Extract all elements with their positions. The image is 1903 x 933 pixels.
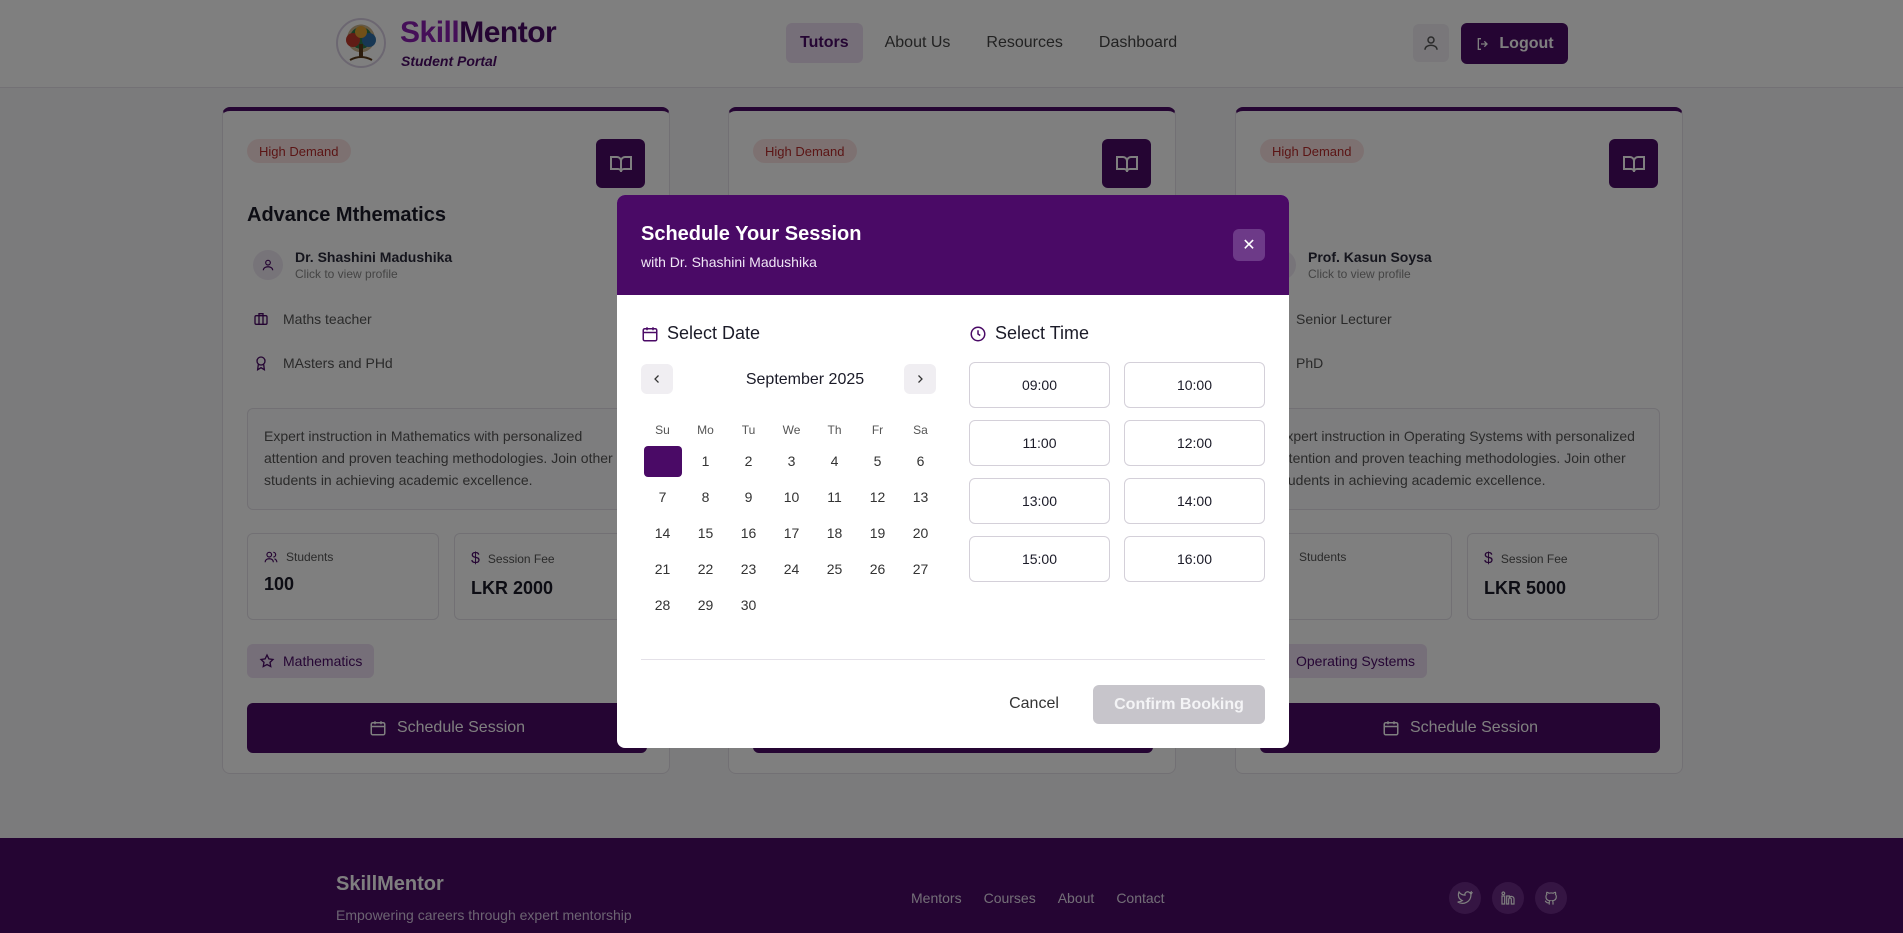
calendar-day[interactable]: 19	[856, 515, 899, 551]
calendar-day[interactable]: 30	[727, 587, 770, 623]
calendar-day[interactable]: 13	[899, 479, 942, 515]
chevron-left-icon	[654, 375, 659, 383]
select-date-label: Select Date	[667, 323, 761, 343]
calendar-day[interactable]: 29	[684, 587, 727, 623]
calendar-grid: Su Mo Tu We Th Fr Sa 1 2 3 4 5 6 7 8 9 10 11 12 13 14 15 16 17 1…	[641, 417, 941, 623]
select-time-label: Select Time	[995, 323, 1090, 343]
modal-title: Schedule Your Session	[641, 223, 862, 245]
time-slot[interactable]: 12:00	[1124, 420, 1265, 466]
time-slot[interactable]: 09:00	[969, 362, 1110, 408]
time-slot[interactable]: 10:00	[1124, 362, 1265, 408]
cancel-button[interactable]: Cancel	[995, 685, 1073, 723]
calendar-day[interactable]: 23	[727, 551, 770, 587]
calendar-day[interactable]: 12	[856, 479, 899, 515]
calendar-day[interactable]: 28	[641, 587, 684, 623]
time-slot[interactable]: 16:00	[1124, 536, 1265, 582]
time-slot-grid: 09:00 10:00 11:00 12:00 13:00 14:00 15:0…	[969, 362, 1265, 582]
chevron-right-icon	[918, 375, 923, 383]
time-slot[interactable]: 15:00	[969, 536, 1110, 582]
calendar-day[interactable]: 25	[813, 551, 856, 587]
calendar-day[interactable]: 22	[684, 551, 727, 587]
calendar-day[interactable]: 1	[684, 443, 727, 479]
next-month-button[interactable]	[904, 364, 936, 394]
calendar-icon	[642, 326, 658, 341]
calendar-day[interactable]: 27	[899, 551, 942, 587]
calendar-day[interactable]: 26	[856, 551, 899, 587]
time-slot[interactable]: 14:00	[1124, 478, 1265, 524]
calendar-day[interactable]: 15	[684, 515, 727, 551]
calendar-day[interactable]: 5	[856, 443, 899, 479]
calendar-day[interactable]: 11	[813, 479, 856, 515]
close-button[interactable]: ✕	[1233, 229, 1265, 261]
calendar-day[interactable]: 8	[684, 479, 727, 515]
close-icon: ✕	[1242, 237, 1256, 254]
confirm-booking-button[interactable]: Confirm Booking	[1093, 685, 1265, 724]
weekday-label: Fr	[871, 423, 884, 437]
calendar-day[interactable]: 2	[727, 443, 770, 479]
calendar-day[interactable]: 3	[770, 443, 813, 479]
schedule-modal: Schedule Your Session with Dr. Shashini …	[617, 195, 1289, 748]
calendar-day[interactable]: 24	[770, 551, 813, 587]
weekday-label: Sa	[913, 423, 928, 437]
select-date-heading: Select Date	[641, 323, 760, 344]
weekday-label: Su	[655, 423, 670, 437]
calendar-day[interactable]: 6	[899, 443, 942, 479]
calendar-day[interactable]: 14	[641, 515, 684, 551]
weekday-label: Th	[827, 423, 842, 437]
weekday-label: We	[782, 423, 801, 437]
time-slot[interactable]: 13:00	[969, 478, 1110, 524]
calendar-day[interactable]: 18	[813, 515, 856, 551]
calendar-day[interactable]: 16	[727, 515, 770, 551]
calendar-day[interactable]: 10	[770, 479, 813, 515]
weekday-label: Tu	[741, 423, 756, 437]
modal-subtitle: with Dr. Shashini Madushika	[641, 254, 817, 270]
calendar-day[interactable]: 17	[770, 515, 813, 551]
weekday-label: Mo	[697, 423, 714, 437]
prev-month-button[interactable]	[641, 364, 673, 394]
time-slot[interactable]: 11:00	[969, 420, 1110, 466]
modal-header: Schedule Your Session with Dr. Shashini …	[617, 195, 1289, 295]
calendar-month: September 2025	[745, 371, 865, 388]
calendar-day-selected[interactable]	[641, 443, 684, 479]
selected-day-marker	[643, 445, 682, 477]
calendar-day[interactable]: 4	[813, 443, 856, 479]
clock-icon	[970, 326, 986, 341]
calendar-day[interactable]: 20	[899, 515, 942, 551]
calendar-day[interactable]: 9	[727, 479, 770, 515]
calendar-day[interactable]: 21	[641, 551, 684, 587]
select-time-heading: Select Time	[969, 323, 1089, 344]
modal-divider	[641, 659, 1265, 660]
calendar-day[interactable]: 7	[641, 479, 684, 515]
